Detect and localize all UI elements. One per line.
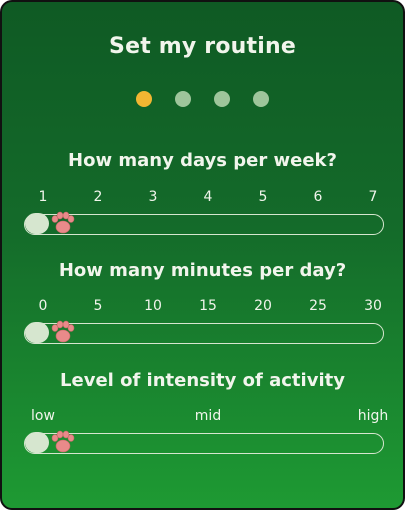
- paw-icon[interactable]: [49, 319, 77, 347]
- tick-label: low: [31, 408, 55, 424]
- page-title: Set my routine: [109, 34, 296, 59]
- intensity-question: Level of intensity of activity: [60, 370, 345, 391]
- tick-label: 5: [93, 298, 103, 314]
- tick-label: 10: [144, 298, 162, 314]
- days-per-week-slider[interactable]: [24, 211, 384, 235]
- minutes-per-day-slider[interactable]: [24, 320, 384, 344]
- slider-thumb[interactable]: [25, 322, 49, 343]
- intensity-slider[interactable]: [24, 430, 384, 454]
- step-indicator: [2, 91, 403, 107]
- tick-label: 3: [148, 189, 158, 205]
- tick-label: 0: [38, 298, 48, 314]
- tick-label: mid: [194, 408, 222, 424]
- paw-icon[interactable]: [49, 429, 77, 457]
- days-per-week-ticks: 1 2 3 4 5 6 7: [28, 189, 383, 207]
- tick-label: 7: [368, 189, 378, 205]
- tick-label: high: [357, 408, 389, 424]
- tick-label: 5: [258, 189, 268, 205]
- tick-label: 30: [364, 298, 382, 314]
- step-dot-3: [214, 91, 230, 107]
- step-dot-4: [253, 91, 269, 107]
- tick-label: 15: [199, 298, 217, 314]
- paw-icon[interactable]: [49, 210, 77, 238]
- minutes-per-day-ticks: 0 5 10 15 20 25 30: [28, 298, 383, 316]
- intensity-ticks: low mid high: [28, 408, 388, 426]
- days-per-week-question: How many days per week?: [68, 150, 337, 171]
- tick-label: 2: [93, 189, 103, 205]
- routine-card: Set my routine How many days per week? 1…: [0, 0, 405, 510]
- tick-label: 20: [254, 298, 272, 314]
- slider-thumb[interactable]: [25, 213, 49, 234]
- step-dot-1: [136, 91, 152, 107]
- slider-thumb[interactable]: [25, 432, 49, 453]
- tick-label: 1: [38, 189, 48, 205]
- tick-label: 25: [309, 298, 327, 314]
- tick-label: 6: [313, 189, 323, 205]
- step-dot-2: [175, 91, 191, 107]
- tick-label: 4: [203, 189, 213, 205]
- minutes-per-day-question: How many minutes per day?: [58, 260, 347, 281]
